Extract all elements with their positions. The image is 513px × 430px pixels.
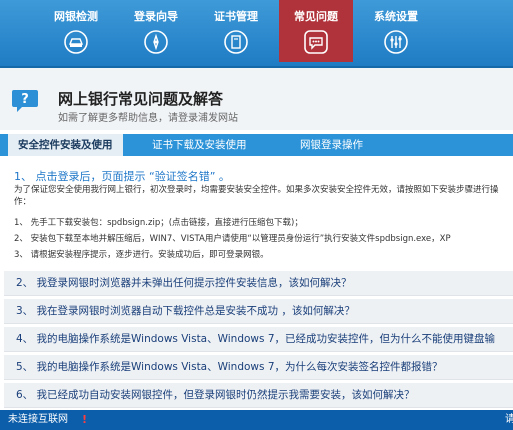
certificate-icon [224, 30, 248, 54]
nav-label: 证书管理 [214, 10, 258, 23]
faq-question-text: 5、 我的电脑操作系统是Windows Vista、Windows 7，为什么每… [16, 361, 443, 373]
nav-label: 网银检测 [54, 10, 98, 23]
top-nav-bar: 网银检测 登录向导 证书管理 常见问题 系统设置 [0, 0, 513, 68]
faq-question-1[interactable]: 1、 点击登录后，页面提示 “验证签名错” 。 [14, 168, 230, 184]
question-bubble-icon: ? [11, 88, 39, 114]
chat-bubble-icon [304, 30, 328, 54]
connection-status: 未连接互联网 [8, 414, 68, 425]
nav-label: 登录向导 [134, 10, 178, 23]
faq-question-text: 2、 我登录网银时浏览器并未弹出任何提示控件安装信息，该如何解决？ [16, 277, 352, 289]
nav-label: 常见问题 [294, 10, 338, 23]
faq-answer-step-1: 1、 先手工下载安装包：spdbsign.zip；(点击链接，直接进行压缩包下载… [14, 218, 303, 228]
faq-question-text: 3、 我在登录网银时浏览器自动下载控件总是安装不成功 ，该如何解决？ [16, 305, 355, 317]
faq-expanded-item: 1、 点击登录后，页面提示 “验证签名错” 。 为了保证您安全使用我行网上银行，… [0, 160, 513, 260]
nav-item-network-check[interactable]: 网银检测 [39, 0, 113, 66]
drive-check-icon [64, 30, 88, 54]
nav-label: 系统设置 [374, 10, 418, 23]
nav-item-system-settings[interactable]: 系统设置 [359, 0, 433, 66]
faq-question-5[interactable]: 5、 我的电脑操作系统是Windows Vista、Windows 7，为什么每… [4, 355, 513, 380]
alert-icon: ! [82, 413, 88, 426]
faq-question-text: 4、 我的电脑操作系统是Windows Vista、Windows 7，已经成功… [16, 333, 496, 345]
sliders-icon [384, 30, 408, 54]
nav-item-faq[interactable]: 常见问题 [279, 0, 353, 62]
tab-login-operation[interactable]: 网银登录操作 [300, 134, 363, 156]
page-header: ? 网上银行常见问题及解答 如需了解更多帮助信息，请登录浦发网站 [0, 68, 513, 130]
faq-question-4[interactable]: 4、 我的电脑操作系统是Windows Vista、Windows 7，已经成功… [4, 327, 513, 352]
faq-question-6[interactable]: 6、 我已经成功自动安装网银控件，但登录网银时仍然提示我需要安装，该如何解决？ [4, 383, 513, 408]
faq-question-3[interactable]: 3、 我在登录网银时浏览器自动下载控件总是安装不成功 ，该如何解决？ [4, 299, 513, 324]
faq-question-text: 6、 我已经成功自动安装网银控件，但登录网银时仍然提示我需要安装，该如何解决？ [16, 389, 415, 401]
faq-answer-step-2: 2、 安装包下载至本地并解压缩后，WIN7、VISTA用户请使用“以管理员身份运… [14, 234, 451, 244]
compass-icon [144, 30, 168, 54]
svg-text:?: ? [21, 92, 29, 107]
nav-item-login-guide[interactable]: 登录向导 [119, 0, 193, 66]
nav-item-certificate-management[interactable]: 证书管理 [199, 0, 273, 66]
faq-tab-bar: 安全控件安装及使用 证书下载及安装使用 网银登录操作 [0, 134, 513, 156]
tab-certificate-download[interactable]: 证书下载及安装使用 [152, 134, 247, 156]
page-title: 网上银行常见问题及解答 [58, 90, 224, 108]
faq-answer-step-3: 3、 请根据安装程序提示，逐步进行。安装成功后，即可登录网银。 [14, 250, 269, 260]
page-subtitle: 如需了解更多帮助信息，请登录浦发网站 [58, 113, 238, 124]
faq-answer-intro: 为了保证您安全使用我行网上银行，初次登录时，均需要安装安全控件。如果多次安装安全… [14, 185, 499, 207]
status-right-text: 请 [505, 414, 513, 425]
tab-security-control[interactable]: 安全控件安装及使用 [8, 134, 123, 156]
faq-question-2[interactable]: 2、 我登录网银时浏览器并未弹出任何提示控件安装信息，该如何解决？ [4, 271, 513, 296]
status-bar: 未连接互联网 ! 请 [0, 410, 513, 430]
